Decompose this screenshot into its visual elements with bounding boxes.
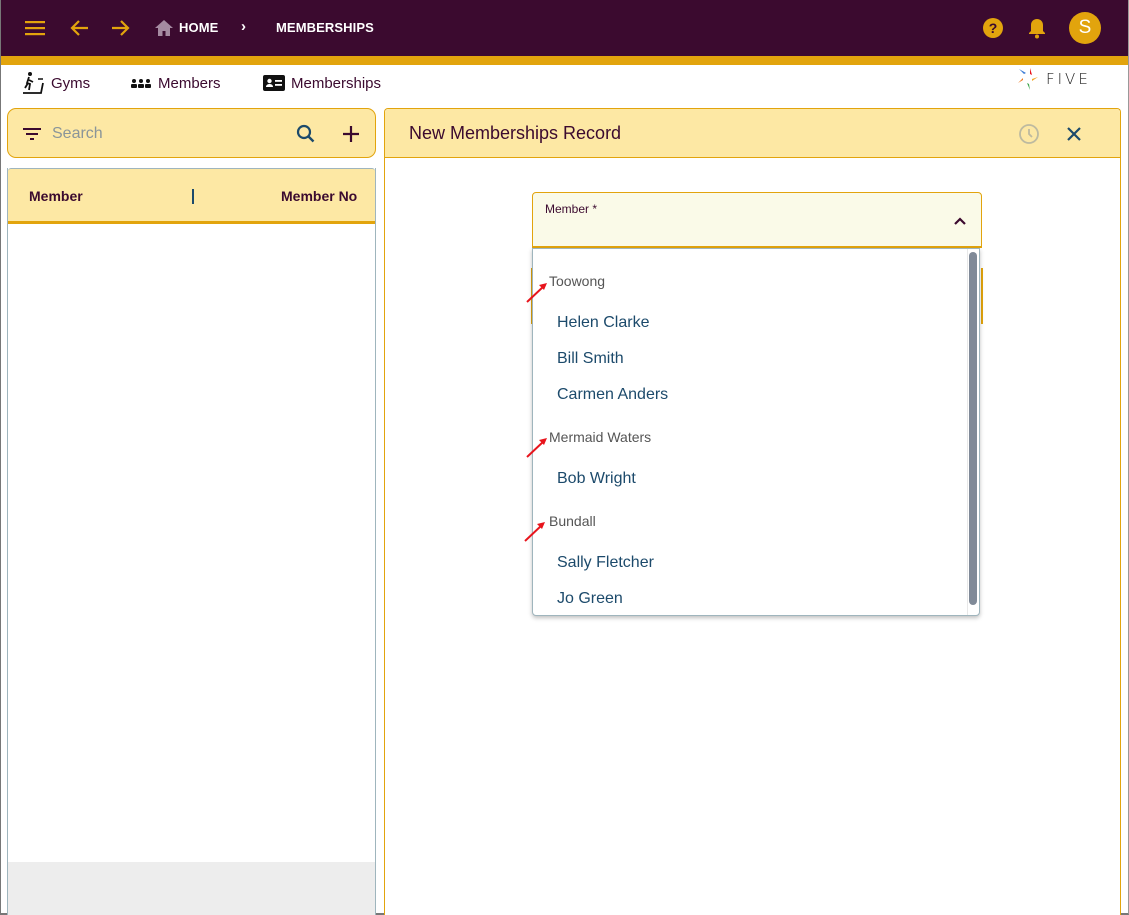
nav-item-label: Members <box>158 74 221 92</box>
search-input[interactable] <box>52 121 272 147</box>
column-header-member-no[interactable]: Member No <box>281 188 357 204</box>
add-record-icon[interactable] <box>339 122 363 146</box>
bell-icon[interactable] <box>1025 16 1049 40</box>
people-icon <box>131 79 151 88</box>
column-resize-handle[interactable] <box>192 189 194 204</box>
scroll-track <box>967 249 968 615</box>
annotation-arrow-icon <box>526 283 547 303</box>
list-search-bar <box>7 108 376 158</box>
search-icon[interactable] <box>294 122 318 146</box>
nav-item-label: Memberships <box>291 74 382 92</box>
svg-text:?: ? <box>989 20 998 36</box>
close-icon[interactable] <box>1062 122 1086 146</box>
app-bar: HOME › MEMBERSHIPS ? S <box>1 0 1128 56</box>
list-footer <box>8 862 375 915</box>
option-bill-smith[interactable]: Bill Smith <box>557 350 624 368</box>
home-icon[interactable] <box>152 16 176 40</box>
list-header: Member Member No <box>8 168 375 224</box>
appbar-accent-stripe <box>1 56 1128 65</box>
column-header-member[interactable]: Member <box>29 188 83 204</box>
option-carmen-anders[interactable]: Carmen Anders <box>557 386 668 404</box>
group-header-bundall: Bundall <box>549 513 596 529</box>
form-title: New Memberships Record <box>409 123 622 143</box>
form-header: New Memberships Record <box>385 109 1120 158</box>
member-dropdown-list: Toowong Helen Clarke Bill Smith Carmen A… <box>532 248 980 616</box>
logo-text: FIVE <box>1046 70 1091 88</box>
group-header-mermaid-waters: Mermaid Waters <box>549 429 652 445</box>
record-list: Member Member No <box>7 168 376 915</box>
breadcrumb-separator: › <box>241 18 246 35</box>
member-field-label: Member * <box>545 202 598 216</box>
option-sally-fletcher[interactable]: Sally Fletcher <box>557 554 654 572</box>
annotation-arrow-icon <box>524 522 545 542</box>
nav-item-members[interactable]: Members <box>130 72 221 94</box>
five-logo-icon <box>1018 68 1038 90</box>
chevron-up-icon[interactable] <box>950 211 970 231</box>
group-header-toowong: Toowong <box>549 273 606 289</box>
five-logo: FIVE <box>1016 67 1091 91</box>
breadcrumb-memberships: MEMBERSHIPS <box>276 20 374 35</box>
annotation-arrow-icon <box>526 438 547 458</box>
option-jo-green[interactable]: Jo Green <box>557 590 623 608</box>
id-card-icon <box>263 75 285 91</box>
history-icon[interactable] <box>1017 122 1041 146</box>
forward-arrow-icon[interactable] <box>108 16 132 40</box>
member-select-field[interactable]: Member * <box>532 192 982 248</box>
dropdown-scrollbar[interactable] <box>969 252 977 605</box>
nav-item-label: Gyms <box>51 74 91 92</box>
help-icon[interactable]: ? <box>981 16 1005 40</box>
option-helen-clarke[interactable]: Helen Clarke <box>557 314 649 332</box>
option-bob-wright[interactable]: Bob Wright <box>557 470 636 488</box>
nav-item-gyms[interactable]: Gyms <box>21 72 90 94</box>
user-avatar[interactable]: S <box>1069 12 1101 44</box>
breadcrumb-home[interactable]: HOME <box>179 20 218 35</box>
treadmill-icon <box>23 72 44 94</box>
back-arrow-icon[interactable] <box>68 16 92 40</box>
menu-icon[interactable] <box>23 16 47 40</box>
filter-icon[interactable] <box>20 122 44 146</box>
module-nav: Gyms Members Memberships FIVE <box>1 65 1128 101</box>
nav-item-memberships[interactable]: Memberships <box>263 72 381 94</box>
